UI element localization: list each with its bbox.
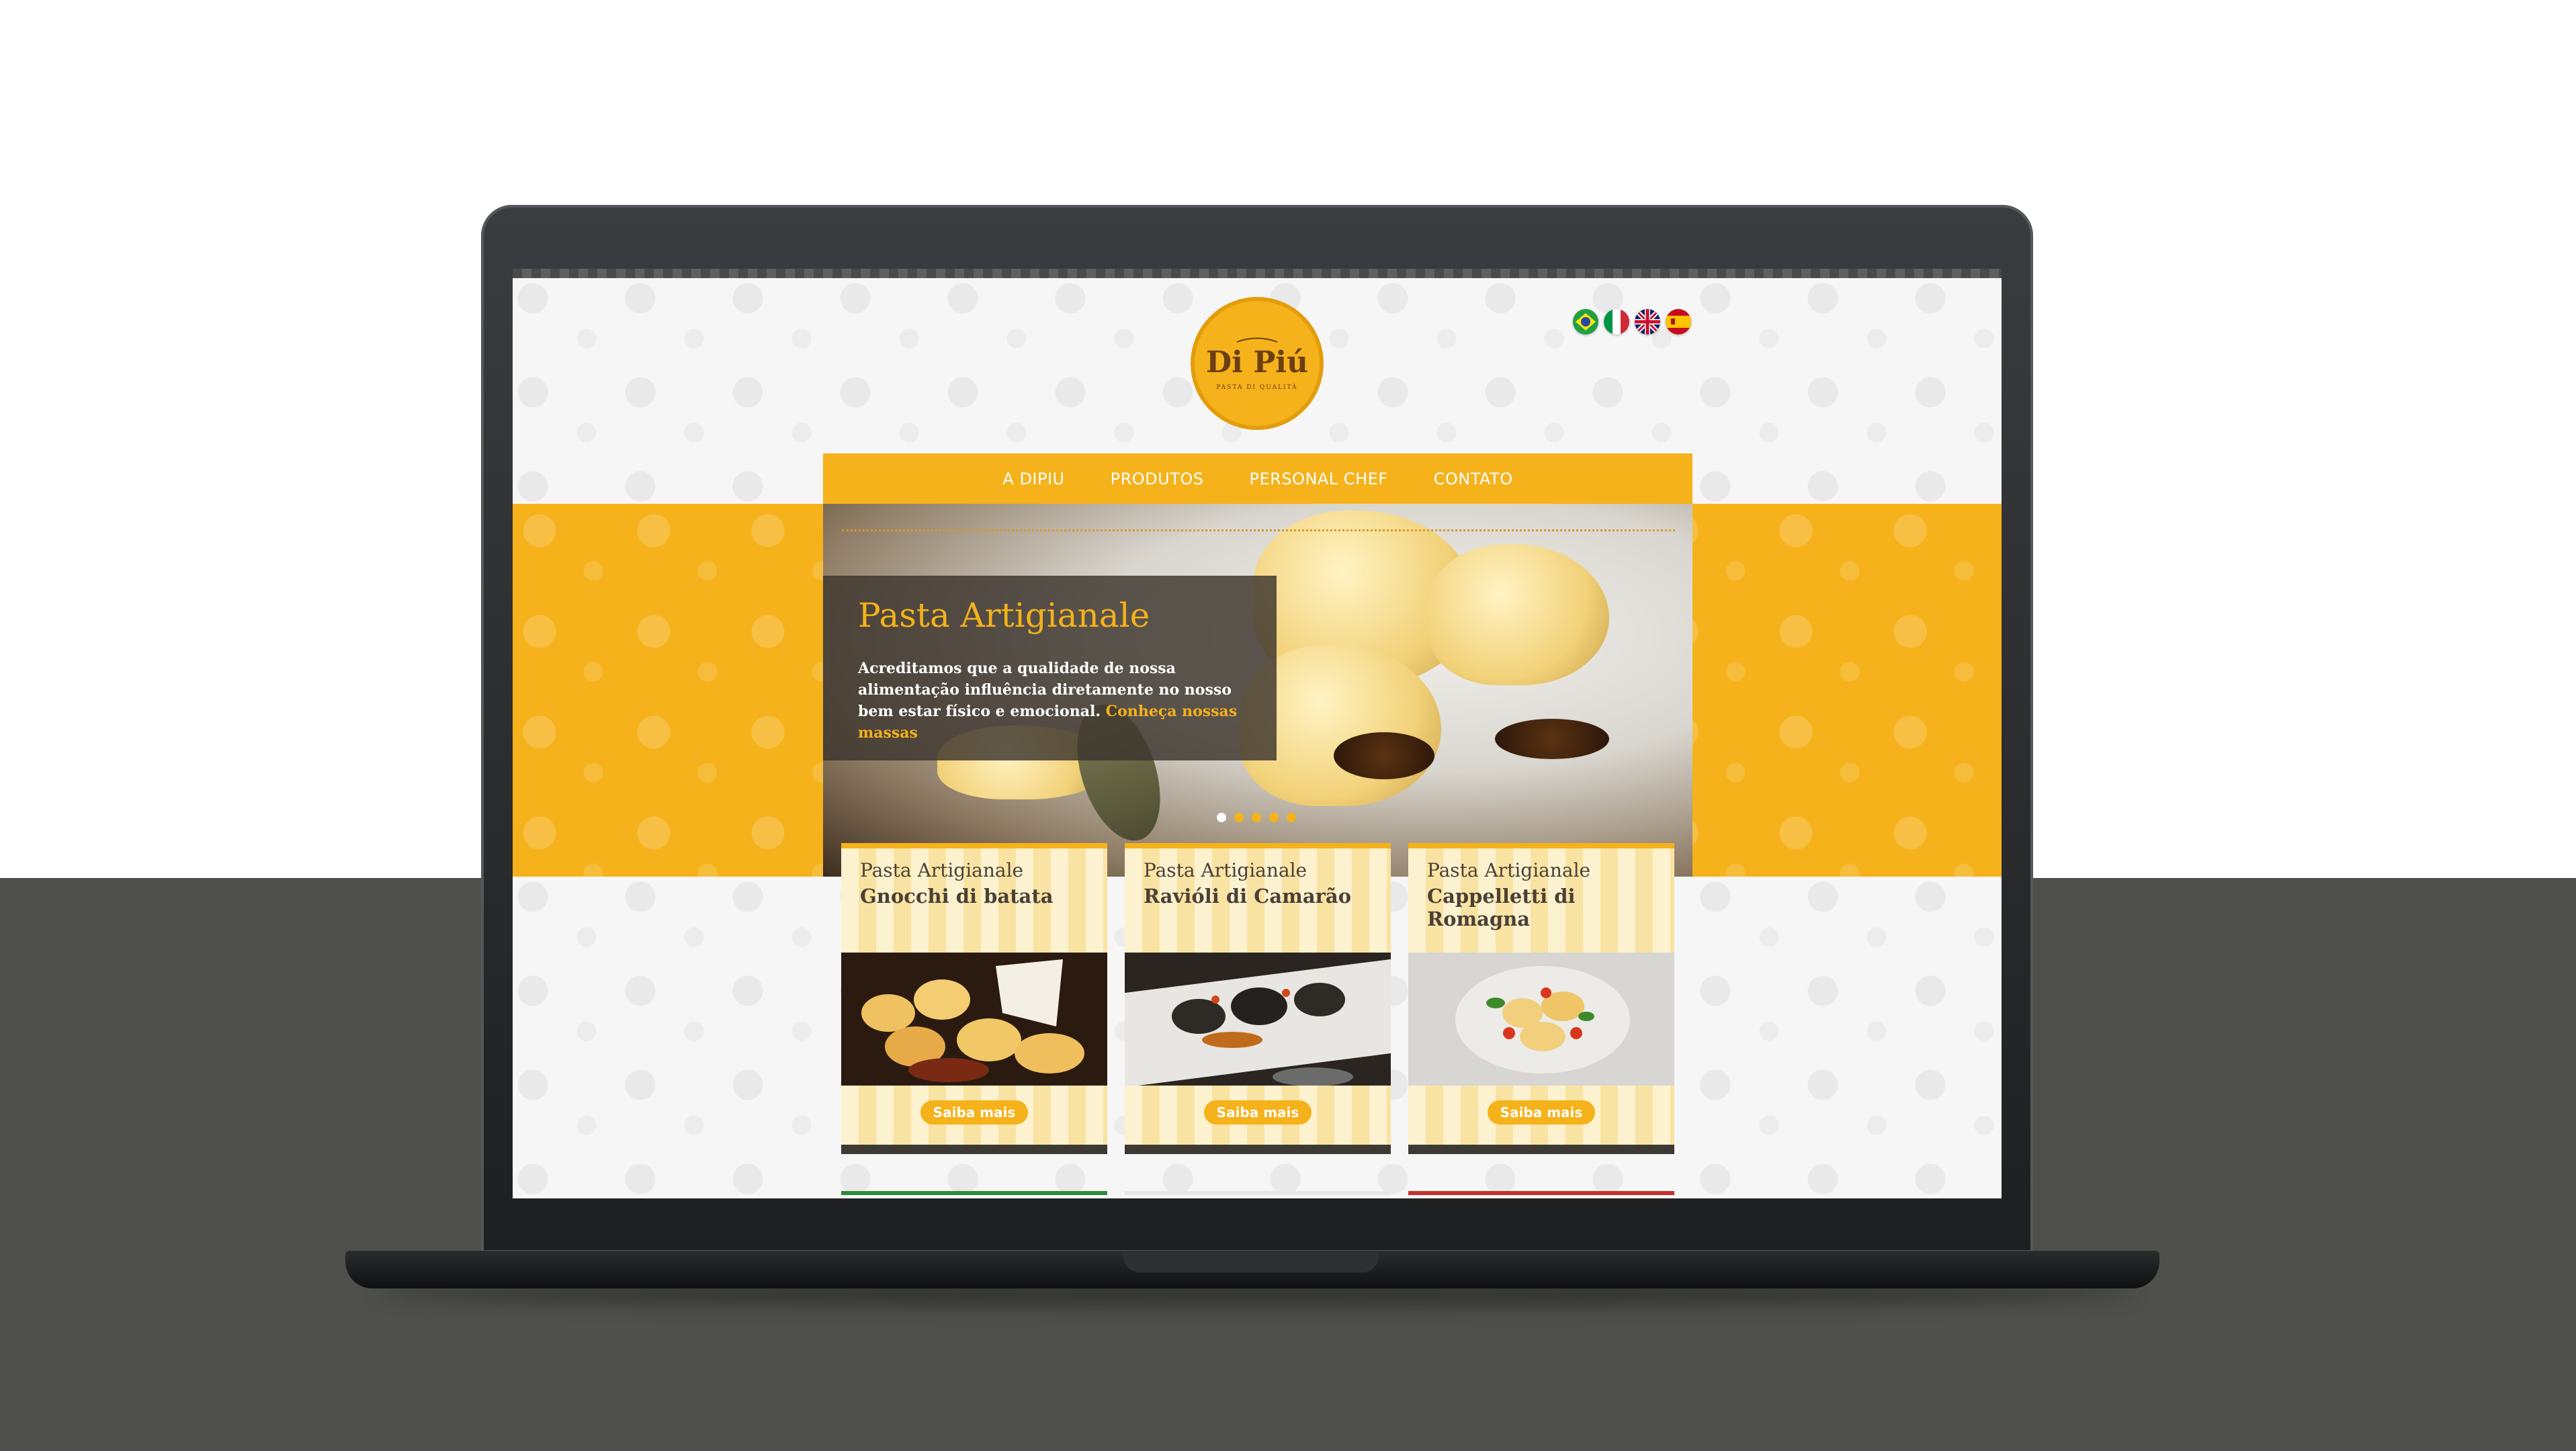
brazil-flag-icon[interactable]	[1573, 309, 1598, 335]
gnocchi-photo[interactable]	[841, 953, 1107, 1086]
card-category: Pasta Artigianale	[860, 859, 1024, 881]
dipiu-logo[interactable]: Di Piú PASTA DI QUALITÀ	[1191, 297, 1324, 430]
screen-top-strip	[513, 269, 2002, 278]
italy-flag-icon[interactable]	[1604, 309, 1629, 335]
product-card-ravioli: Pasta Artigianale Ravióli di Camarão Sai…	[1125, 843, 1391, 1154]
card-rule-red	[1408, 1191, 1674, 1195]
nav-personal-chef[interactable]: PERSONAL CHEF	[1250, 470, 1388, 488]
product-card-gnocchi: Pasta Artigianale Gnocchi di batata Saib…	[841, 843, 1107, 1154]
main-navigation: A DIPIU PRODUTOS PERSONAL CHEF CONTATO	[823, 453, 1692, 504]
card-title: Cappelletti di Romagna	[1427, 885, 1576, 930]
laptop-opening-notch	[1123, 1252, 1379, 1272]
hero-title: Pasta Artigianale	[858, 596, 1150, 635]
product-card-cappelletti: Pasta Artigianale Cappelletti di Romagna…	[1408, 843, 1674, 1154]
hero-sauce-image	[1495, 719, 1609, 759]
nav-produtos[interactable]: PRODUTOS	[1111, 470, 1204, 488]
wheat-icon	[1236, 337, 1278, 343]
saiba-mais-button[interactable]: Saiba mais	[920, 1100, 1028, 1125]
card-footer-bar	[1125, 1145, 1391, 1154]
card-footer-bar	[841, 1145, 1107, 1154]
nav-a-dipiu[interactable]: A DIPIU	[1002, 470, 1064, 488]
saiba-mais-button[interactable]: Saiba mais	[1204, 1100, 1312, 1125]
logo-tagline: PASTA DI QUALITÀ	[1216, 384, 1298, 391]
language-selector	[1573, 309, 1691, 335]
slider-pagination	[1217, 813, 1296, 822]
hero-slider: Pasta Artigianale Acreditamos que a qual…	[823, 504, 1692, 877]
cappelletti-photo[interactable]	[1408, 953, 1674, 1086]
slider-dot-3[interactable]	[1252, 813, 1261, 822]
card-footer-bar	[1408, 1145, 1674, 1154]
hero-sauce-image	[1334, 732, 1434, 779]
hero-text-block: Acreditamos que a qualidade de nossa ali…	[858, 658, 1242, 744]
nav-contato[interactable]: CONTATO	[1434, 470, 1513, 488]
card-rule-green	[841, 1191, 1107, 1195]
hero-dotted-rule	[842, 529, 1675, 531]
slider-dot-1[interactable]	[1217, 813, 1226, 822]
slider-dot-5[interactable]	[1287, 813, 1296, 822]
ravioli-photo[interactable]	[1125, 953, 1391, 1086]
card-title: Gnocchi di batata	[860, 885, 1054, 908]
laptop-screen: Di Piú PASTA DI QUALITÀ A DIPIU PRODUTOS…	[513, 269, 2002, 1198]
spain-flag-icon[interactable]	[1666, 309, 1691, 335]
uk-flag-icon[interactable]	[1635, 309, 1660, 335]
card-category: Pasta Artigianale	[1144, 859, 1307, 881]
card-category: Pasta Artigianale	[1427, 859, 1591, 881]
saiba-mais-button[interactable]: Saiba mais	[1488, 1100, 1595, 1125]
slider-dot-2[interactable]	[1234, 813, 1244, 822]
card-rule-white	[1125, 1191, 1391, 1195]
slider-dot-4[interactable]	[1269, 813, 1279, 822]
hero-caption: Pasta Artigianale Acreditamos que a qual…	[823, 576, 1277, 760]
card-title: Ravióli di Camarão	[1144, 885, 1352, 908]
logo-wordmark: Di Piú	[1206, 345, 1308, 380]
hero-pasta-image	[1428, 544, 1609, 685]
